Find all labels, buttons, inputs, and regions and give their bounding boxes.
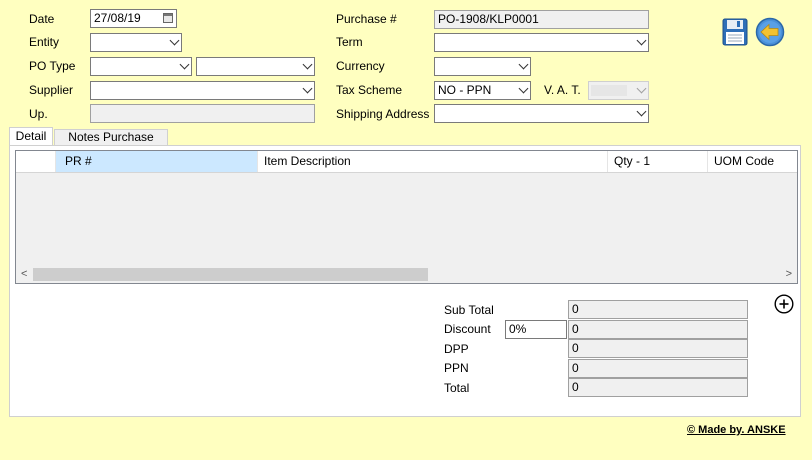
add-row-button[interactable] — [774, 294, 794, 314]
chevron-down-icon — [302, 59, 313, 70]
scroll-left-arrow-icon[interactable]: < — [21, 267, 27, 281]
discount-amount-value: 0 — [572, 322, 579, 336]
date-picker[interactable]: 27/08/19 — [90, 9, 177, 28]
dpp-field: 0 — [568, 339, 748, 358]
sub-total-value: 0 — [572, 302, 579, 316]
discount-percent-value: 0% — [509, 322, 527, 336]
up-field[interactable] — [90, 104, 315, 123]
entity-label: Entity — [29, 35, 60, 49]
currency-label: Currency — [336, 59, 385, 73]
supplier-label: Supplier — [29, 83, 74, 97]
date-value: 27/08/19 — [94, 11, 141, 25]
supplier-combo[interactable] — [90, 81, 315, 100]
tab-detail[interactable]: Detail — [9, 127, 53, 146]
floppy-disk-icon[interactable] — [722, 18, 748, 46]
tax-scheme-combo[interactable]: NO - PPN — [434, 81, 531, 100]
sub-total-label: Sub Total — [444, 303, 494, 317]
entity-combo[interactable] — [90, 33, 182, 52]
column-item-description-label: Item Description — [264, 154, 351, 168]
chevron-down-icon — [636, 35, 647, 46]
scrollbar-thumb[interactable] — [33, 268, 428, 281]
back-arrow-icon[interactable] — [755, 17, 785, 47]
total-label: Total — [444, 381, 470, 395]
term-label: Term — [336, 35, 363, 49]
chevron-down-icon — [518, 59, 529, 70]
vat-combo[interactable] — [588, 81, 649, 100]
chevron-down-icon — [636, 83, 647, 94]
scroll-right-arrow-icon[interactable]: > — [786, 267, 792, 281]
sub-total-field: 0 — [568, 300, 748, 319]
horizontal-scrollbar[interactable]: < > — [16, 266, 797, 283]
column-qty-label: Qty - 1 — [614, 154, 651, 168]
total-value: 0 — [572, 380, 579, 394]
dpp-value: 0 — [572, 341, 579, 355]
chevron-down-icon — [169, 35, 180, 46]
total-field: 0 — [568, 378, 748, 397]
tab-detail-label: Detail — [15, 129, 47, 143]
column-item-description[interactable]: Item Description — [258, 151, 608, 172]
tax-scheme-value: NO - PPN — [438, 83, 492, 97]
date-label: Date — [29, 12, 55, 26]
items-grid[interactable]: PR # Item Description Qty - 1 UOM Code <… — [15, 150, 798, 284]
discount-amount-field: 0 — [568, 320, 748, 339]
chevron-down-icon — [302, 83, 313, 94]
calendar-icon[interactable] — [163, 13, 173, 23]
currency-combo[interactable] — [434, 57, 531, 76]
po-type-combo[interactable] — [90, 57, 192, 76]
purchase-number-field[interactable]: PO-1908/KLP0001 — [434, 10, 649, 29]
chevron-down-icon — [636, 106, 647, 117]
column-pr-number[interactable]: PR # — [56, 151, 258, 172]
tax-scheme-label: Tax Scheme — [336, 83, 403, 97]
po-type-label: PO Type — [29, 59, 76, 73]
grid-header: PR # Item Description Qty - 1 UOM Code — [16, 151, 797, 173]
up-label: Up. — [29, 107, 48, 121]
purchase-number-value: PO-1908/KLP0001 — [438, 12, 539, 26]
plus-circle-icon — [774, 294, 794, 314]
ppn-label: PPN — [444, 361, 469, 375]
column-qty[interactable]: Qty - 1 — [608, 151, 708, 172]
shipping-address-label: Shipping Address — [336, 107, 430, 121]
column-uom-code-label: UOM Code — [714, 154, 775, 168]
column-uom-code[interactable]: UOM Code — [708, 151, 797, 172]
made-by-credit[interactable]: © Made by. ANSKE — [687, 423, 786, 437]
row-header-column[interactable] — [16, 151, 56, 172]
term-combo[interactable] — [434, 33, 649, 52]
discount-percent-field[interactable]: 0% — [505, 320, 567, 339]
po-subtype-combo[interactable] — [196, 57, 315, 76]
vat-placeholder-block — [591, 85, 627, 96]
dpp-label: DPP — [444, 342, 469, 356]
ppn-value: 0 — [572, 361, 579, 375]
chevron-down-icon — [518, 83, 529, 94]
ppn-field: 0 — [568, 359, 748, 378]
tab-notes-purchase-order[interactable]: Notes Purchase Order — [54, 129, 168, 159]
discount-label: Discount — [444, 322, 491, 336]
vat-label: V. A. T. — [544, 83, 581, 97]
shipping-address-combo[interactable] — [434, 104, 649, 123]
purchase-number-label: Purchase # — [336, 12, 397, 26]
column-pr-number-label: PR # — [65, 154, 92, 168]
chevron-down-icon — [179, 59, 190, 70]
